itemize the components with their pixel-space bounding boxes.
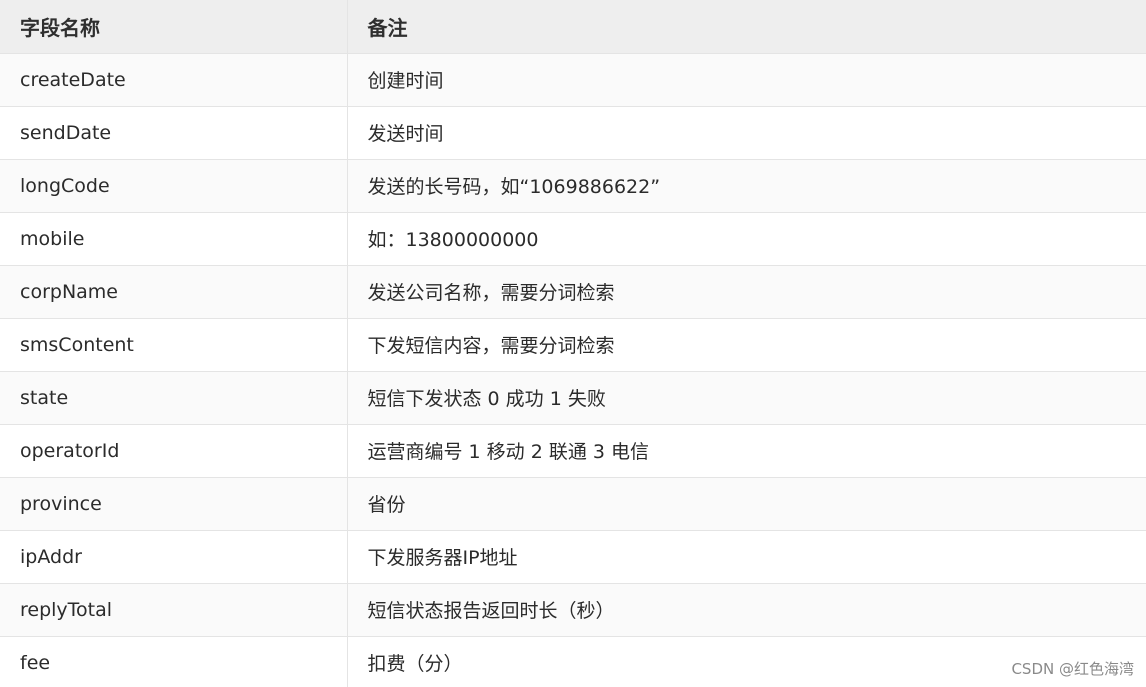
- field-name-cell: createDate: [0, 53, 348, 107]
- field-name-cell: sendDate: [0, 106, 348, 160]
- field-name-cell: mobile: [0, 212, 348, 266]
- note-cell: 下发服务器IP地址: [347, 530, 1146, 584]
- note-cell: 省份: [347, 477, 1146, 531]
- note-cell: 短信下发状态 0 成功 1 失败: [347, 371, 1146, 425]
- field-name-cell: state: [0, 371, 348, 425]
- note-cell: 运营商编号 1 移动 2 联通 3 电信: [347, 424, 1146, 478]
- note-cell: 发送时间: [347, 106, 1146, 160]
- field-name-cell: ipAddr: [0, 530, 348, 584]
- table-row: fee 扣费（分）: [0, 636, 1146, 687]
- note-cell: 发送的长号码，如“1069886622”: [347, 159, 1146, 213]
- watermark: CSDN @红色海湾: [1011, 660, 1134, 678]
- page: 字段名称 备注 createDate 创建时间 sendDate 发送时间 lo…: [0, 0, 1146, 687]
- table-row: createDate 创建时间: [0, 53, 1146, 107]
- field-name-cell: fee: [0, 636, 348, 687]
- field-name-cell: province: [0, 477, 348, 531]
- table-row: corpName 发送公司名称，需要分词检索: [0, 265, 1146, 319]
- table-row: sendDate 发送时间: [0, 106, 1146, 160]
- table-row: province 省份: [0, 477, 1146, 531]
- note-cell: 下发短信内容，需要分词检索: [347, 318, 1146, 372]
- field-name-cell: longCode: [0, 159, 348, 213]
- table-row: smsContent 下发短信内容，需要分词检索: [0, 318, 1146, 372]
- table-row: mobile 如：13800000000: [0, 212, 1146, 266]
- header-note: 备注: [347, 0, 1146, 54]
- table-row: ipAddr 下发服务器IP地址: [0, 530, 1146, 584]
- note-cell: 如：13800000000: [347, 212, 1146, 266]
- table-row: state 短信下发状态 0 成功 1 失败: [0, 371, 1146, 425]
- table-header-row: 字段名称 备注: [0, 0, 1146, 54]
- field-name-cell: corpName: [0, 265, 348, 319]
- table-row: operatorId 运营商编号 1 移动 2 联通 3 电信: [0, 424, 1146, 478]
- note-cell: 创建时间: [347, 53, 1146, 107]
- note-cell: 短信状态报告返回时长（秒）: [347, 583, 1146, 637]
- field-name-cell: replyTotal: [0, 583, 348, 637]
- field-name-cell: operatorId: [0, 424, 348, 478]
- field-description-table: 字段名称 备注 createDate 创建时间 sendDate 发送时间 lo…: [0, 0, 1146, 687]
- table-row: longCode 发送的长号码，如“1069886622”: [0, 159, 1146, 213]
- table-row: replyTotal 短信状态报告返回时长（秒）: [0, 583, 1146, 637]
- field-name-cell: smsContent: [0, 318, 348, 372]
- header-field-name: 字段名称: [0, 0, 348, 54]
- note-cell: 发送公司名称，需要分词检索: [347, 265, 1146, 319]
